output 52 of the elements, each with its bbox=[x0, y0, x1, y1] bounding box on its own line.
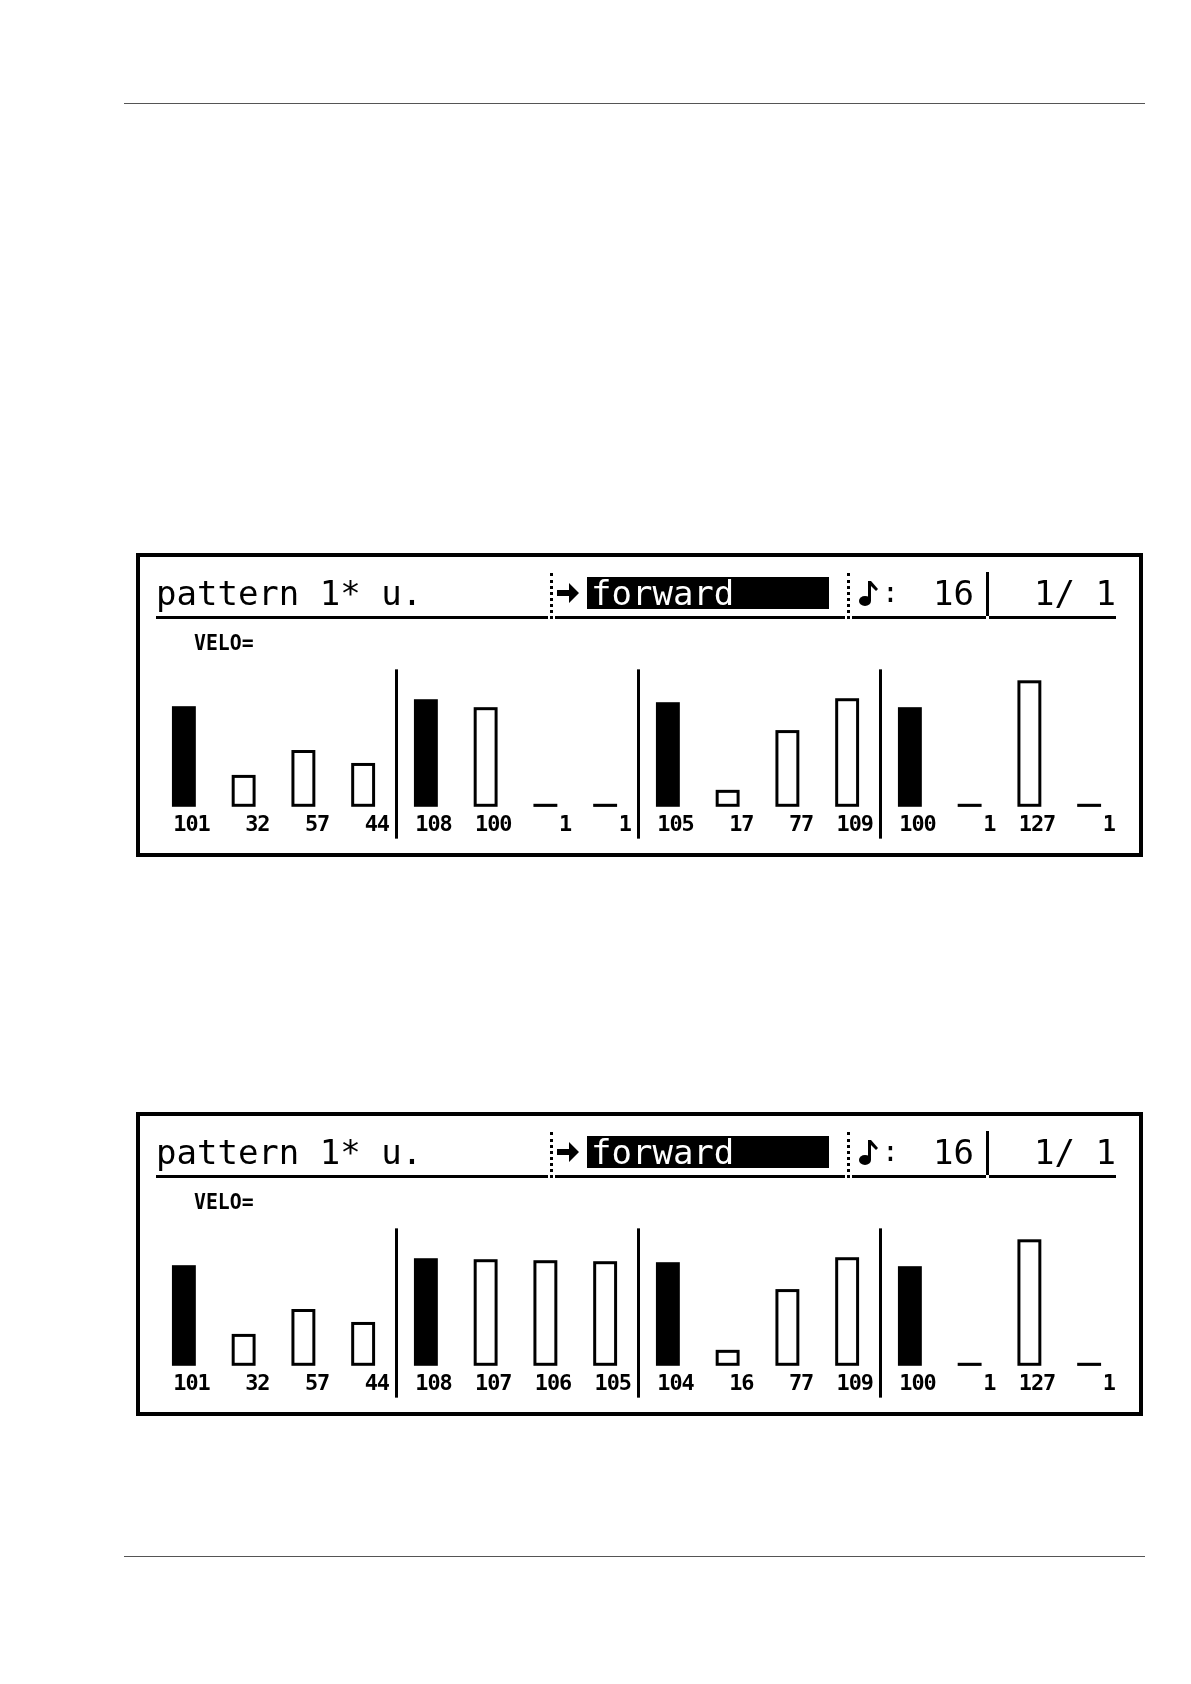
velocity-value: 77 bbox=[788, 810, 814, 836]
velocity-value: 108 bbox=[415, 1369, 452, 1395]
velocity-value: 127 bbox=[1018, 1369, 1056, 1395]
velocity-value: 105 bbox=[657, 810, 694, 836]
step-resolution: 16 bbox=[933, 572, 974, 613]
velocity-bar bbox=[1077, 1362, 1102, 1366]
velocity-value: 127 bbox=[1018, 810, 1056, 836]
parameter-label: VELO= bbox=[194, 1190, 254, 1214]
velocity-bar bbox=[593, 803, 618, 807]
velocity-value: 101 bbox=[173, 1369, 210, 1395]
velocity-value: 44 bbox=[364, 810, 390, 836]
play-mode: forward bbox=[587, 1135, 829, 1168]
velocity-value: 44 bbox=[364, 1369, 390, 1395]
velocity-value: 109 bbox=[836, 810, 874, 836]
pattern-title: pattern 1* u. bbox=[156, 572, 423, 613]
velocity-bar bbox=[957, 1362, 982, 1366]
velocity-value: 100 bbox=[474, 810, 512, 836]
velocity-value: 57 bbox=[304, 810, 330, 836]
velocity-value: 1 bbox=[1102, 1369, 1116, 1395]
velocity-value: 1 bbox=[983, 1369, 996, 1395]
velocity-value: 17 bbox=[729, 810, 754, 836]
colon-label: : bbox=[882, 1133, 899, 1170]
velocity-value: 77 bbox=[788, 1369, 814, 1395]
velocity-bar bbox=[957, 803, 982, 807]
velocity-value: 100 bbox=[899, 1369, 936, 1395]
velocity-value: 101 bbox=[173, 810, 210, 836]
velocity-value: 106 bbox=[534, 1369, 572, 1395]
velocity-value: 1 bbox=[618, 810, 632, 836]
velocity-value: 107 bbox=[474, 1369, 512, 1395]
velocity-value: 105 bbox=[594, 1369, 632, 1395]
velocity-value: 104 bbox=[657, 1369, 694, 1395]
colon-label: : bbox=[882, 574, 899, 611]
pattern-title: pattern 1* u. bbox=[156, 1131, 423, 1172]
velocity-value: 109 bbox=[836, 1369, 874, 1395]
velocity-bar bbox=[533, 803, 558, 807]
parameter-label: VELO= bbox=[194, 631, 254, 655]
play-mode: forward bbox=[587, 576, 829, 609]
velocity-value: 32 bbox=[245, 1369, 270, 1395]
velocity-value: 1 bbox=[983, 810, 996, 836]
note-icon bbox=[858, 1137, 880, 1166]
velocity-value: 1 bbox=[1102, 810, 1116, 836]
note-icon bbox=[858, 578, 880, 607]
velocity-value: 32 bbox=[245, 810, 270, 836]
page-position: 1/ 1 bbox=[1034, 1131, 1116, 1172]
velocity-value: 108 bbox=[415, 810, 452, 836]
step-resolution: 16 bbox=[933, 1131, 974, 1172]
page-position: 1/ 1 bbox=[1034, 572, 1116, 613]
velocity-bar bbox=[1077, 803, 1102, 807]
velocity-value: 100 bbox=[899, 810, 936, 836]
velocity-value: 16 bbox=[729, 1369, 754, 1395]
velocity-value: 57 bbox=[304, 1369, 330, 1395]
velocity-value: 1 bbox=[559, 810, 572, 836]
